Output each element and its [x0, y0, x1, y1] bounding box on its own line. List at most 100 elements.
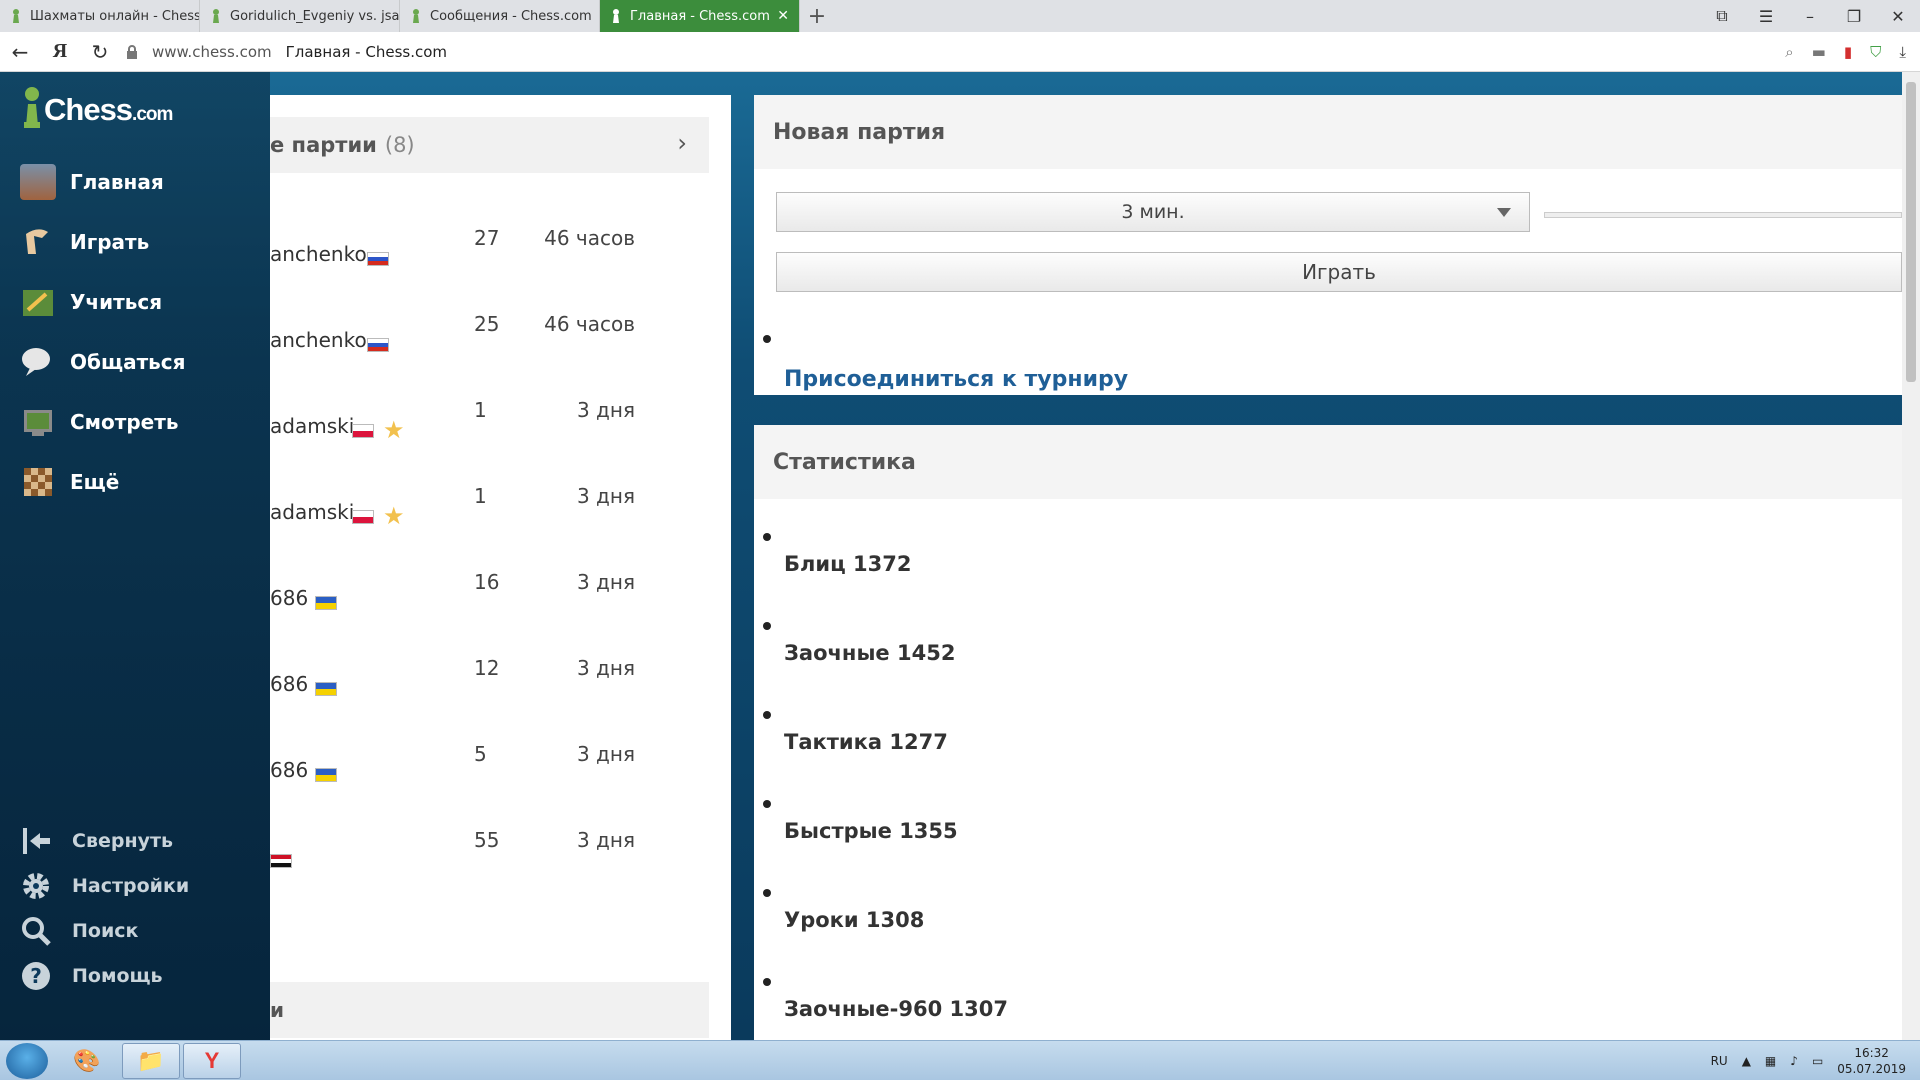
sidebar-item-watch[interactable]: Смотреть: [20, 392, 186, 452]
url-domain: www.chess.com: [152, 42, 272, 61]
url-field[interactable]: www.chess.com Главная - Chess.com: [126, 43, 447, 61]
learn-icon: [23, 290, 53, 316]
restore-icon[interactable]: ❐: [1832, 7, 1876, 26]
bookmark-icon[interactable]: ▮: [1844, 43, 1852, 61]
paint-icon[interactable]: 🎨: [58, 1043, 116, 1079]
zoom-icon[interactable]: ⌕: [1785, 43, 1793, 61]
opponent-name: adamski: [270, 414, 355, 438]
game-row[interactable]: 686 16 3 дня: [270, 570, 709, 656]
sidebar-item-help[interactable]: ? Помощь: [20, 953, 189, 998]
close-tab-icon[interactable]: ✕: [777, 8, 789, 24]
start-button[interactable]: [6, 1043, 48, 1079]
game-moves: 5: [474, 742, 487, 766]
stat-item[interactable]: Тактика 1277: [784, 730, 948, 754]
show-hidden-icon[interactable]: ▲: [1742, 1054, 1751, 1068]
close-window-icon[interactable]: ✕: [1876, 7, 1920, 26]
volume-icon[interactable]: ♪: [1790, 1054, 1798, 1068]
game-time-left: 3 дня: [576, 484, 635, 508]
network-icon[interactable]: ▦: [1765, 1054, 1776, 1068]
list-bullet: [763, 800, 771, 808]
stat-item[interactable]: Уроки 1308: [784, 908, 924, 932]
daily-games-header[interactable]: е партии (8) ›: [270, 117, 709, 173]
daily-games-panel: е партии (8) › anchenko 27 46 часов anch…: [270, 95, 731, 1040]
daily-games-footer[interactable]: и: [270, 982, 709, 1038]
action-center-icon[interactable]: ▭: [1812, 1054, 1823, 1068]
sidebar-item-search[interactable]: Поиск: [20, 908, 189, 953]
back-arrow-icon[interactable]: ←: [0, 40, 40, 64]
game-time-left: 3 дня: [576, 570, 635, 594]
sidebar-item-label: Смотреть: [70, 410, 179, 434]
svg-text:?: ?: [30, 964, 42, 988]
chess-pawn-icon: [413, 9, 419, 23]
download-icon[interactable]: ⤓: [1899, 43, 1906, 61]
join-tournament-link[interactable]: Присоединиться к турниру: [784, 367, 1128, 392]
address-bar-actions: ⌕ ▬ ▮ ⛉ ⤓: [1785, 32, 1906, 72]
browser-tab-active[interactable]: Главная - Chess.com ✕: [600, 0, 800, 32]
sidebar-item-learn[interactable]: Учиться: [20, 272, 186, 332]
bookmarks-icon[interactable]: ⧉: [1700, 6, 1744, 26]
help-icon: ?: [22, 961, 50, 990]
explorer-icon[interactable]: 📁: [122, 1043, 180, 1079]
sidebar-item-label: Ещё: [70, 470, 120, 494]
sidebar-item-chat[interactable]: Общаться: [20, 332, 186, 392]
more-icon: [24, 468, 52, 496]
sidebar-item-more[interactable]: Ещё: [20, 452, 186, 512]
list-bullet: [763, 889, 771, 897]
opponent-rating-slider[interactable]: [1544, 212, 1902, 218]
sidebar-item-home[interactable]: Главная: [20, 152, 186, 212]
scrollbar-thumb[interactable]: [1906, 82, 1916, 382]
brand-suffix: .com: [132, 104, 173, 125]
browser-tab[interactable]: Сообщения - Chess.com: [400, 0, 600, 32]
chess-pawn-icon: [613, 9, 619, 23]
game-moves: 1: [474, 484, 487, 508]
sidebar-item-settings[interactable]: Настройки: [20, 863, 189, 908]
chevron-right-icon[interactable]: ›: [677, 129, 687, 157]
browser-tab[interactable]: Шахматы онлайн - Chess.c: [0, 0, 200, 32]
chess-page: Chess.com Главная Играть Учиться Общатьс…: [0, 72, 1920, 1040]
address-bar: ← Я ↻ www.chess.com Главная - Chess.com …: [0, 32, 1920, 72]
reload-icon[interactable]: ↻: [80, 40, 120, 64]
chess-logo[interactable]: Chess.com: [22, 86, 173, 128]
game-row[interactable]: 55 3 дня: [270, 828, 709, 914]
game-row[interactable]: 686 5 3 дня: [270, 742, 709, 828]
list-bullet: [763, 978, 771, 986]
page-scrollbar[interactable]: [1902, 72, 1920, 1040]
stat-item[interactable]: Заочные 1452: [784, 641, 955, 665]
game-row[interactable]: adamski ★ 1 3 дня: [270, 398, 709, 484]
new-tab-button[interactable]: +: [800, 0, 834, 32]
chess-pawn-icon: [213, 9, 219, 23]
stat-item[interactable]: Блиц 1372: [784, 552, 911, 576]
flag-ua-icon: [315, 596, 337, 610]
play-button[interactable]: Играть: [776, 252, 1902, 292]
protect-shield-icon[interactable]: ⛉: [1870, 43, 1881, 61]
game-time-left: 46 часов: [544, 312, 635, 336]
collapse-icon: [23, 827, 50, 854]
sidebar-item-collapse[interactable]: Свернуть: [20, 818, 189, 863]
game-time-left: 3 дня: [576, 828, 635, 852]
stat-item[interactable]: Заочные-960 1307: [784, 997, 1008, 1021]
game-moves: 1: [474, 398, 487, 422]
opponent-name: anchenko: [270, 328, 367, 352]
stat-item[interactable]: Быстрые 1355: [784, 819, 958, 843]
language-indicator[interactable]: RU: [1711, 1054, 1728, 1068]
clock[interactable]: 16:32 05.07.2019: [1837, 1045, 1906, 1077]
reader-icon[interactable]: ▬: [1812, 43, 1826, 61]
sidebar-item-label: Помощь: [72, 964, 163, 987]
play-icon: [26, 229, 48, 254]
minimize-icon[interactable]: –: [1788, 7, 1832, 26]
chess-pawn-logo-icon: [24, 87, 40, 128]
yandex-browser-icon[interactable]: Y: [183, 1043, 241, 1079]
game-row[interactable]: anchenko 27 46 часов: [270, 226, 709, 312]
sidebar-item-label: Общаться: [70, 350, 186, 374]
game-row[interactable]: 686 12 3 дня: [270, 656, 709, 742]
game-row[interactable]: anchenko 25 46 часов: [270, 312, 709, 398]
browser-tab-label: Сообщения - Chess.com: [430, 8, 592, 24]
browser-tab[interactable]: Goridulich_Evgeniy vs. jsalm: [200, 0, 400, 32]
yandex-icon[interactable]: Я: [40, 40, 80, 63]
game-moves: 16: [474, 570, 500, 594]
game-row[interactable]: adamski ★ 1 3 дня: [270, 484, 709, 570]
flag-pl-icon: [352, 424, 374, 438]
time-control-select[interactable]: 3 мин.: [776, 192, 1530, 232]
sidebar-item-play[interactable]: Играть: [20, 212, 186, 272]
menu-icon[interactable]: ☰: [1744, 7, 1788, 26]
